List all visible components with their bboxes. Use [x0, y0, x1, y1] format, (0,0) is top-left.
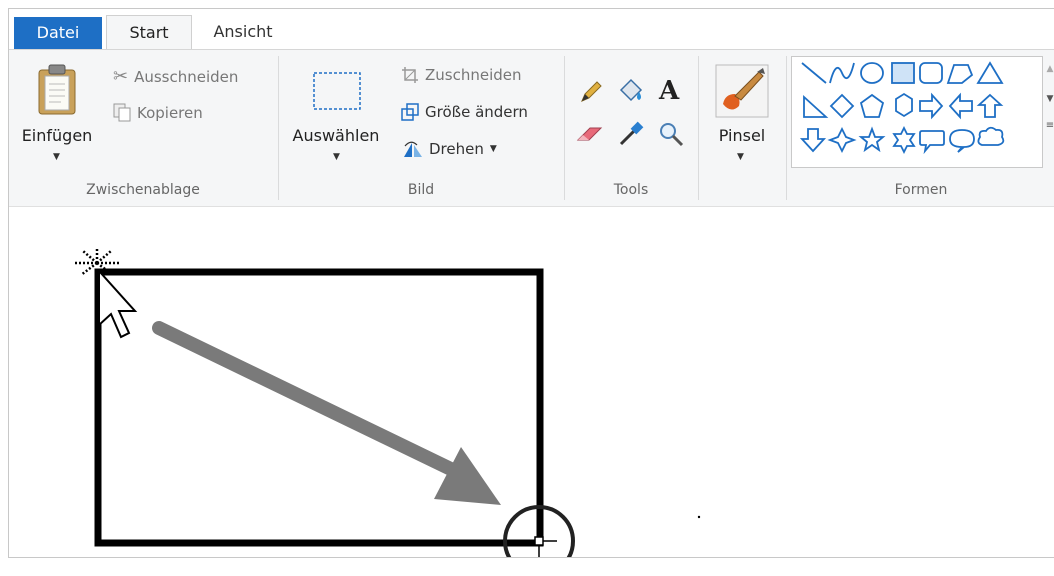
- text-tool-icon[interactable]: A: [659, 76, 679, 106]
- rectangle-shape-icon: [891, 62, 915, 84]
- paintbrush-icon: [715, 64, 769, 118]
- line-shape-icon: [801, 62, 827, 84]
- scroll-down-icon[interactable]: ▼: [1043, 94, 1054, 104]
- crop-label: Zuschneiden: [425, 66, 522, 84]
- group-image: Auswählen ▼ Zuschneiden Größe ändern Dre…: [279, 50, 563, 206]
- clipboard-group-label: Zwischenablage: [86, 182, 200, 198]
- pencil-icon[interactable]: [577, 78, 605, 106]
- rotate-label: Drehen: [429, 140, 484, 158]
- right-triangle-shape-icon: [803, 94, 829, 118]
- paint-window: Datei Start Ansicht Einfügen ▼ ✂ Ausschn…: [8, 8, 1054, 558]
- polygon-shape-icon: [946, 64, 974, 84]
- right-arrow-shape-icon: [919, 92, 944, 120]
- paste-label: Einfügen: [21, 126, 93, 145]
- resize-button[interactable]: Größe ändern: [401, 103, 528, 121]
- hexagon-shape-icon: [895, 92, 913, 118]
- oval-callout-shape-icon: [949, 129, 975, 153]
- rotate-icon: [404, 141, 422, 157]
- group-brushes: Pinsel ▼: [699, 50, 785, 206]
- six-point-star-shape-icon: [892, 125, 916, 155]
- drag-arrow: [152, 321, 464, 479]
- gallery-expand-icon[interactable]: ≡: [1043, 120, 1054, 131]
- group-tools: A Tools: [565, 50, 697, 206]
- magnifier-icon[interactable]: [657, 120, 685, 148]
- down-arrow-shape-icon: [799, 128, 827, 153]
- left-arrow-shape-icon: [948, 92, 973, 120]
- select-button[interactable]: Auswählen ▼: [285, 62, 387, 168]
- scroll-up-icon[interactable]: ▲: [1043, 64, 1054, 74]
- paste-button[interactable]: Einfügen ▼: [15, 62, 99, 168]
- resize-label: Größe ändern: [425, 103, 528, 121]
- brushes-label: Pinsel: [718, 126, 766, 145]
- rounded-callout-shape-icon: [919, 130, 945, 155]
- selection-rectangle-icon: [313, 72, 361, 110]
- curve-shape-icon: [829, 62, 855, 84]
- ribbon: Einfügen ▼ ✂ Ausschneiden Kopieren Zwisc…: [9, 49, 1054, 207]
- copy-label: Kopieren: [137, 104, 203, 122]
- pentagon-shape-icon: [859, 93, 885, 118]
- brushes-button[interactable]: Pinsel ▼: [703, 60, 781, 172]
- canvas-drawing: [73, 247, 701, 557]
- stray-dot: [697, 515, 701, 519]
- shapes-gallery: [791, 56, 1043, 168]
- tools-group-label: Tools: [613, 182, 649, 198]
- clipboard-icon: [38, 64, 76, 115]
- up-arrow-shape-icon: [976, 93, 1004, 118]
- oval-shape-icon: [860, 62, 884, 84]
- select-label: Auswählen: [292, 126, 380, 145]
- fill-bucket-icon[interactable]: [615, 76, 645, 106]
- triangle-shape-icon: [976, 61, 1004, 84]
- chevron-down-icon[interactable]: ▼: [53, 152, 60, 162]
- rounded-rectangle-shape-icon: [919, 62, 943, 84]
- mouse-pointer-icon: [98, 268, 138, 339]
- drag-arrow-head: [434, 447, 501, 505]
- ribbon-tab-bar: Datei Start Ansicht: [9, 9, 1054, 50]
- cloud-callout-shape-icon: [977, 126, 1005, 146]
- tab-file[interactable]: Datei: [14, 17, 102, 49]
- image-group-label: Bild: [407, 182, 435, 198]
- chevron-down-icon[interactable]: ▼: [333, 152, 340, 162]
- scissors-icon: ✂: [113, 66, 129, 87]
- color-picker-icon[interactable]: [617, 120, 645, 148]
- drawing-canvas[interactable]: [9, 206, 1054, 557]
- copy-button[interactable]: Kopieren: [113, 103, 203, 123]
- tab-start[interactable]: Start: [106, 15, 192, 50]
- shapes-scrollbar[interactable]: ▲ ▼ ≡: [1043, 56, 1054, 166]
- group-shapes: ▲ ▼ ≡ Formen: [787, 50, 1054, 206]
- crop-button[interactable]: Zuschneiden: [401, 66, 522, 84]
- tab-view[interactable]: Ansicht: [195, 15, 291, 49]
- resize-icon: [401, 103, 419, 121]
- five-point-star-shape-icon: [858, 126, 886, 153]
- cut-button[interactable]: ✂ Ausschneiden: [113, 66, 238, 87]
- four-point-star-shape-icon: [827, 126, 857, 154]
- chevron-down-icon: ▼: [489, 144, 497, 154]
- crop-icon: [402, 67, 418, 83]
- cut-label: Ausschneiden: [134, 67, 239, 86]
- shapes-gallery-grid: [799, 61, 1005, 155]
- shapes-group-label: Formen: [894, 182, 948, 198]
- crosshair-cursor-icon: [521, 523, 557, 557]
- group-clipboard: Einfügen ▼ ✂ Ausschneiden Kopieren Zwisc…: [9, 50, 277, 206]
- diamond-shape-icon: [829, 93, 855, 119]
- rotate-button[interactable]: Drehen ▼: [401, 140, 497, 158]
- copy-icon: [113, 103, 131, 122]
- eraser-icon[interactable]: [575, 122, 605, 146]
- chevron-down-icon[interactable]: ▼: [737, 152, 744, 162]
